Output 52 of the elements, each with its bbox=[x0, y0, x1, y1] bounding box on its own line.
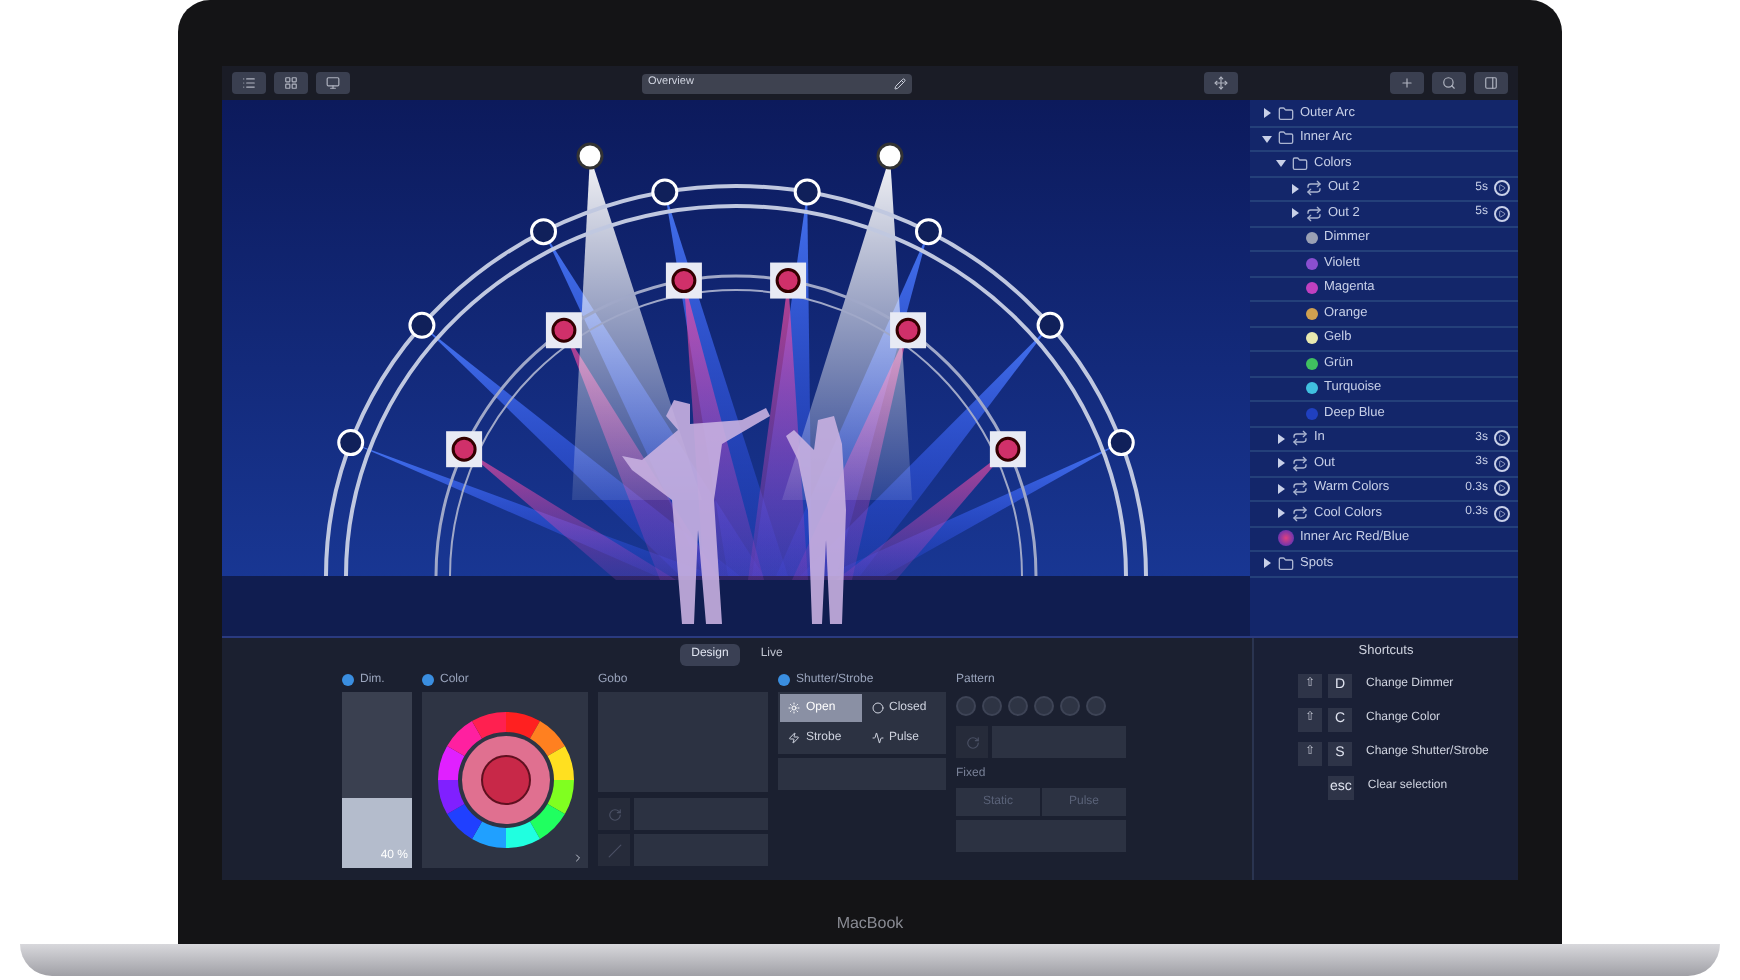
screen-icon bbox=[326, 76, 340, 90]
rotate-icon bbox=[965, 735, 979, 749]
panel-icon bbox=[1484, 76, 1498, 90]
shutter-option-icon bbox=[871, 702, 883, 714]
shutter-option-icon bbox=[788, 702, 800, 714]
disclosure-triangle-icon[interactable] bbox=[1276, 158, 1286, 169]
disclosure-triangle-icon[interactable] bbox=[1290, 183, 1300, 194]
play-button[interactable] bbox=[1494, 180, 1510, 197]
search-icon bbox=[1442, 76, 1456, 90]
pencil-icon bbox=[894, 77, 906, 89]
play-button[interactable] bbox=[1494, 480, 1510, 497]
disclosure-triangle-icon[interactable] bbox=[1276, 483, 1286, 494]
folder-icon bbox=[1278, 555, 1294, 572]
toolbar-button[interactable] bbox=[316, 72, 350, 94]
folder-icon bbox=[1292, 155, 1308, 172]
disclosure-triangle-icon[interactable] bbox=[1276, 433, 1286, 444]
disclosure-triangle-icon[interactable] bbox=[1262, 108, 1272, 119]
loop-icon bbox=[1292, 430, 1308, 447]
toolbar-button[interactable] bbox=[1474, 72, 1508, 94]
play-button[interactable] bbox=[1494, 430, 1510, 447]
toolbar-button[interactable] bbox=[1432, 72, 1466, 94]
folder-icon bbox=[1278, 105, 1294, 122]
toolbar-button[interactable] bbox=[1204, 72, 1238, 94]
plus-icon bbox=[1400, 76, 1414, 90]
loop-icon bbox=[1306, 205, 1322, 222]
play-button[interactable] bbox=[1494, 455, 1510, 472]
move-icon bbox=[1214, 76, 1228, 90]
chevron-icon bbox=[572, 852, 584, 864]
play-button[interactable] bbox=[1494, 205, 1510, 222]
toolbar-button[interactable] bbox=[232, 72, 266, 94]
folder-icon bbox=[1278, 130, 1294, 147]
grid-icon bbox=[284, 76, 298, 90]
loop-icon bbox=[1306, 180, 1322, 197]
shutter-option-icon bbox=[788, 732, 800, 744]
rotate-icon bbox=[607, 807, 621, 821]
shutter-option-icon bbox=[871, 732, 883, 744]
disclosure-triangle-icon[interactable] bbox=[1290, 208, 1300, 219]
loop-icon bbox=[1292, 505, 1308, 522]
loop-icon bbox=[1292, 455, 1308, 472]
device-label: MacBook bbox=[836, 912, 904, 936]
disclosure-triangle-icon[interactable] bbox=[1276, 458, 1286, 469]
play-button[interactable] bbox=[1494, 505, 1510, 522]
loop-icon bbox=[1292, 480, 1308, 497]
disclosure-triangle-icon[interactable] bbox=[1262, 558, 1272, 569]
slash-icon bbox=[607, 843, 621, 857]
disclosure-triangle-icon[interactable] bbox=[1262, 133, 1272, 144]
disclosure-triangle-icon[interactable] bbox=[1276, 508, 1286, 519]
preset-icon bbox=[1278, 530, 1294, 547]
list-icon bbox=[242, 76, 256, 90]
toolbar-button[interactable] bbox=[1390, 72, 1424, 94]
color-wheel[interactable] bbox=[433, 708, 577, 852]
toolbar-button[interactable] bbox=[274, 72, 308, 94]
